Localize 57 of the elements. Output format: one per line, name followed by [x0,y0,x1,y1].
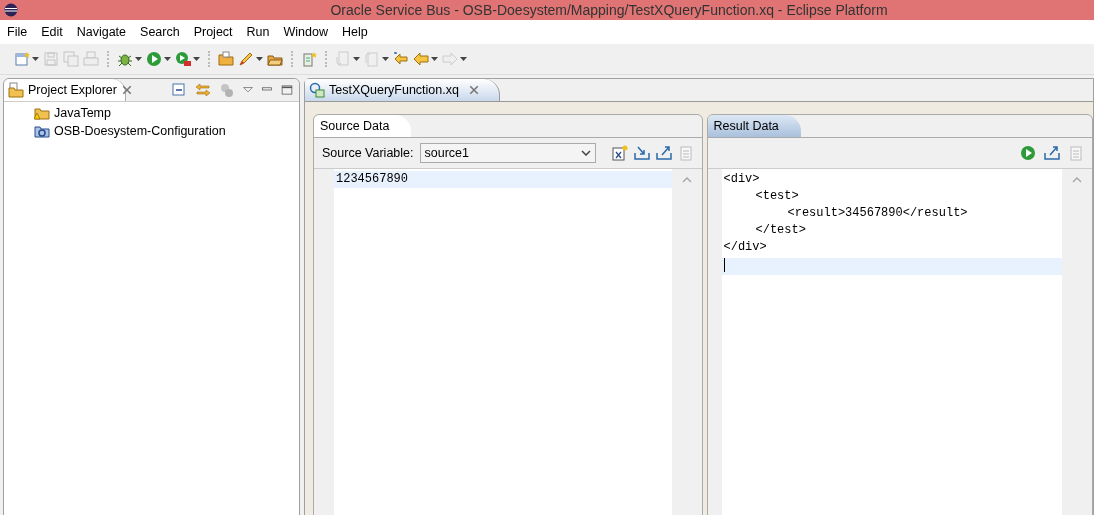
back-arrow-icon[interactable] [413,51,429,67]
code-line: <result>34567890</result> [786,205,969,222]
maximize-icon[interactable] [281,82,293,98]
import-tray-icon[interactable] [633,145,650,161]
export-tray-icon[interactable] [655,145,672,161]
caret-icon[interactable] [353,57,360,61]
xml-star-icon[interactable] [611,145,628,161]
window-title: Oracle Service Bus - OSB-Doesystem/Mapping/TestXQueryFunction.xq - Eclipse Platform [329,2,889,18]
menu-item[interactable]: Window [276,25,335,39]
project-warning-icon [34,105,50,121]
scroll-up-icon[interactable] [681,177,692,183]
folder-icon[interactable] [218,51,234,67]
source-variable-label: Source Variable: [322,146,414,160]
play-icon[interactable] [146,51,162,67]
scroll-up-icon[interactable] [1072,177,1082,183]
menu-item[interactable]: Run [239,25,277,39]
caret-icon[interactable] [193,57,200,61]
link-arrows-icon[interactable] [195,82,211,98]
play-icon[interactable] [1020,145,1036,161]
caret-icon[interactable] [256,57,263,61]
tree-item[interactable]: OSB-Doesystem-Configuration [54,124,226,138]
caret-icon[interactable] [382,57,389,61]
pen-icon[interactable] [238,51,254,67]
play-toolbox-icon[interactable] [175,51,191,67]
arrow-star-icon[interactable] [393,51,409,67]
close-icon[interactable] [468,85,479,95]
close-icon[interactable] [121,85,132,95]
chevron-down-icon[interactable] [580,150,591,156]
code-line: <div> [722,171,761,188]
caret-icon[interactable] [32,57,39,61]
editor-tab[interactable]: TestXQueryFunction.xq [305,79,500,101]
caret-icon[interactable] [460,57,467,61]
bug-icon[interactable] [117,51,133,67]
caret-icon[interactable] [135,57,142,61]
menu-item[interactable]: Project [186,25,240,39]
caret-icon[interactable] [431,57,438,61]
folder-icon [8,82,24,98]
menu-item[interactable]: File [0,25,35,39]
clipboard-icon[interactable] [677,145,694,161]
code-line: </div> [722,239,768,256]
code-line: </test> [754,222,807,239]
document-star-icon[interactable] [301,51,317,67]
result-data-tab[interactable]: Result Data [707,115,801,137]
menu-item[interactable]: Edit [34,25,70,39]
tree-item[interactable]: JavaTemp [54,106,111,120]
menu-item[interactable]: Search [133,25,187,39]
source-data-tab[interactable]: Source Data [314,115,412,137]
clipboard-icon[interactable] [1068,145,1084,161]
export-tray-icon[interactable] [1044,145,1060,161]
menu-item[interactable]: Help [334,25,375,39]
project-explorer-tab[interactable]: Project Explorer [4,79,126,101]
code-line: <test> [754,188,800,205]
menu-item[interactable]: Navigate [69,25,134,39]
collapse-all-icon[interactable] [171,82,187,98]
caret-icon[interactable] [164,57,171,61]
source-variable-dropdown[interactable]: source1 [419,143,596,163]
eclipse-logo-icon [4,3,18,17]
